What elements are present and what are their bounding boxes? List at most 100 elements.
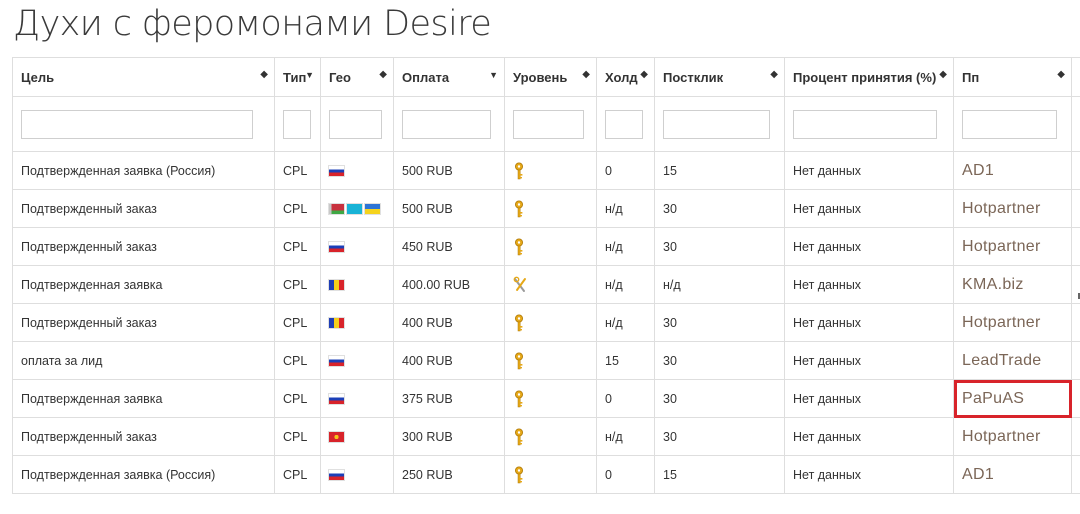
cell-acceptance: Нет данных [784, 151, 954, 190]
cell-goal-text: Подтвержденный заказ [21, 201, 157, 216]
cell-partner[interactable]: Hotpartner [953, 417, 1072, 456]
column-header-acceptance[interactable]: Процент принятия (%) ◆ [784, 57, 954, 97]
partner-link[interactable]: Hotpartner [962, 200, 1041, 217]
filter-input-hold[interactable] [605, 110, 643, 139]
sort-icon[interactable]: ◆ [1057, 70, 1065, 80]
table-row[interactable]: Подтвержденная заявка (Россия) CPL 250 RUB… [12, 455, 1080, 494]
sort-icon[interactable]: ◆ [770, 70, 778, 80]
column-header-level[interactable]: Уровень ◆ [504, 57, 597, 97]
table-row[interactable]: оплата за лид CPL 400 RUB 15 30 Нет данных Lea… [12, 341, 1080, 380]
cell-postclick-text: 30 [663, 315, 677, 330]
partner-link[interactable]: AD1 [962, 466, 994, 483]
cell-partner[interactable]: Hotpartner [953, 227, 1072, 266]
cell-geo [320, 341, 394, 380]
table-row[interactable]: Подтвержденная заявка CPL 400.00 RUB н/д н/д… [12, 265, 1080, 304]
column-header-label: Оплата [402, 69, 450, 85]
cell-acceptance-text: Нет данных [793, 239, 862, 254]
table-row[interactable]: Подтвержденная заявка CPL 375 RUB 0 30 Нет да… [12, 379, 1080, 418]
sort-desc-icon[interactable]: ▼ [305, 71, 314, 80]
filter-input-type[interactable] [283, 110, 311, 139]
cell-postclick-text: 30 [663, 391, 677, 406]
sort-icon[interactable]: ◆ [260, 70, 268, 80]
cell-goal: Подтвержденная заявка (Россия) [12, 455, 275, 494]
filter-input-geo[interactable] [329, 110, 382, 139]
filter-input-postclick[interactable] [663, 110, 770, 139]
table-row[interactable]: Подтвержденный заказ CPL 300 RUB н/д 30 Нет д… [12, 417, 1080, 456]
cell-level [504, 341, 597, 380]
cell-acceptance-text: Нет данных [793, 315, 862, 330]
cell-postclick-text: 15 [663, 163, 677, 178]
table-header-row: Цель ◆ Тип ▼ Гео ◆ Оплата ▼ Уровень ◆ Холд ◆ Посткли… [12, 57, 1080, 97]
partner-link[interactable]: KMA.biz [962, 276, 1024, 293]
table-body: Подтвержденная заявка (Россия) CPL 500 RUB… [12, 151, 1080, 494]
partner-link[interactable]: Hotpartner [962, 238, 1041, 255]
cell-type: CPL [274, 151, 321, 190]
cell-overflow [1071, 341, 1080, 380]
cell-goal-text: Подтвержденный заказ [21, 429, 157, 444]
cell-goal-text: Подтвержденная заявка (Россия) [21, 467, 216, 482]
column-header-type[interactable]: Тип ▼ [274, 57, 321, 97]
cell-geo [320, 189, 394, 228]
cell-partner[interactable]: LeadTrade [953, 341, 1072, 380]
cell-postclick: 30 [654, 379, 785, 418]
cell-level [504, 455, 597, 494]
column-header-partner[interactable]: Пп ◆ [953, 57, 1072, 97]
filter-input-payment[interactable] [402, 110, 491, 139]
column-header-geo[interactable]: Гео ◆ [320, 57, 394, 97]
partner-link[interactable]: Hotpartner [962, 428, 1041, 445]
cell-type-text: CPL [283, 239, 308, 254]
cell-overflow [1071, 303, 1080, 342]
sort-desc-icon[interactable]: ▼ [489, 71, 498, 80]
table-row[interactable]: Подтвержденный заказ CPL 450 RUB н/д 30 Нет д… [12, 227, 1080, 266]
filter-input-level[interactable] [513, 110, 584, 139]
key-icon [513, 428, 525, 446]
partner-link[interactable]: PaPuAS [962, 390, 1024, 407]
table-row[interactable]: Подтвержденный заказ CPL 400 RUB н/д 30 Нет д… [12, 303, 1080, 342]
cell-type-text: CPL [283, 467, 308, 482]
cell-hold: 15 [596, 341, 655, 380]
sort-icon[interactable]: ◆ [939, 70, 947, 80]
cell-postclick: 30 [654, 189, 785, 228]
sort-icon[interactable]: ◆ [640, 70, 648, 80]
column-header-postclick[interactable]: Постклик ◆ [654, 57, 785, 97]
cell-acceptance: Нет данных [784, 455, 954, 494]
partner-link[interactable]: Hotpartner [962, 314, 1041, 331]
cell-payment-text: 400 RUB [402, 315, 453, 330]
sort-icon[interactable]: ◆ [379, 70, 387, 80]
table-row[interactable]: Подтвержденная заявка (Россия) CPL 500 RUB… [12, 151, 1080, 190]
cell-hold-text: 15 [605, 353, 619, 368]
key-icon [513, 238, 525, 256]
partner-link[interactable]: AD1 [962, 162, 994, 179]
cell-partner[interactable]: Hotpartner [953, 189, 1072, 228]
filter-input-goal[interactable] [21, 110, 253, 139]
flag-kz-icon [347, 204, 362, 215]
cell-hold: 0 [596, 455, 655, 494]
cell-partner[interactable]: KMA.biz [953, 265, 1072, 304]
filter-input-acceptance[interactable] [793, 110, 937, 139]
cell-geo [320, 227, 394, 266]
cell-partner-highlighted[interactable]: PaPuAS [953, 379, 1072, 418]
cell-partner[interactable]: AD1 [953, 151, 1072, 190]
cell-type: CPL [274, 265, 321, 304]
filter-input-partner[interactable] [962, 110, 1057, 139]
cell-partner[interactable]: Hotpartner [953, 303, 1072, 342]
column-header-hold[interactable]: Холд ◆ [596, 57, 655, 97]
partner-link[interactable]: LeadTrade [962, 352, 1042, 369]
cell-goal-text: Подтвержденная заявка [21, 391, 163, 406]
offers-table-container: Цель ◆ Тип ▼ Гео ◆ Оплата ▼ Уровень ◆ Холд ◆ Посткли… [12, 57, 1080, 514]
cell-level [504, 151, 597, 190]
cell-acceptance-text: Нет данных [793, 277, 862, 292]
cell-goal: Подтвержденная заявка [12, 379, 275, 418]
cell-payment: 500 RUB [393, 151, 505, 190]
column-header-goal[interactable]: Цель ◆ [12, 57, 275, 97]
cell-hold-text: 0 [605, 163, 612, 178]
filter-cell-postclick [654, 96, 785, 152]
column-header-payment[interactable]: Оплата ▼ [393, 57, 505, 97]
sort-icon[interactable]: ◆ [582, 70, 590, 80]
cell-partner[interactable]: AD1 [953, 455, 1072, 494]
table-row[interactable]: Подтвержденный заказ CPL 500 RUB н/д 30 Нет д… [12, 189, 1080, 228]
cell-hold-text: н/д [605, 429, 623, 444]
flag-md-icon [329, 280, 344, 291]
cell-payment: 450 RUB [393, 227, 505, 266]
key-icon [513, 352, 525, 370]
